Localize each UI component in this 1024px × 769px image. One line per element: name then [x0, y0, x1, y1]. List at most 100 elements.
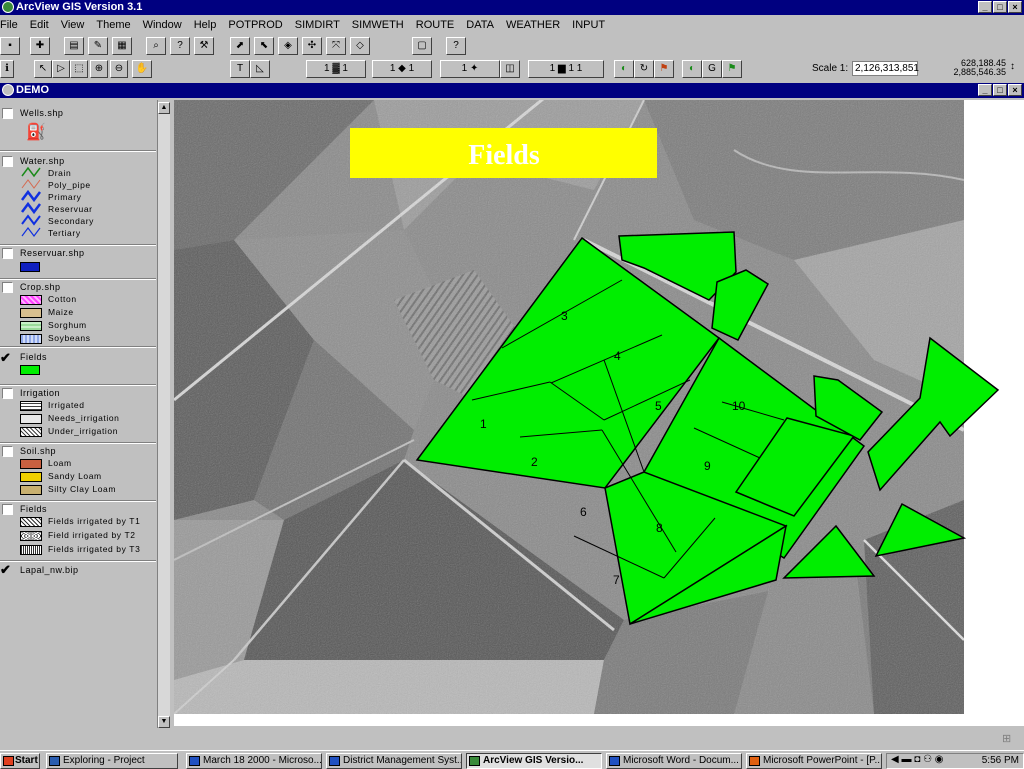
pointer-icon[interactable]: ↖	[34, 60, 52, 78]
view-title-bar[interactable]: DEMO _ □ ×	[0, 83, 1024, 98]
menu-edit[interactable]: Edit	[24, 19, 55, 31]
close-button[interactable]: ×	[1008, 1, 1022, 13]
zoom-full-icon[interactable]: ⬈	[230, 37, 250, 55]
menu-data[interactable]: DATA	[460, 19, 500, 31]
zoom-in-icon[interactable]: ✣	[302, 37, 322, 55]
powerpoint-icon	[749, 756, 760, 766]
layer-irrigation[interactable]: Irrigation Irrigated Needs_irrigation Un…	[0, 386, 156, 440]
soil-visibility-checkbox[interactable]	[2, 446, 13, 457]
crop-visibility-checkbox[interactable]	[2, 282, 13, 293]
toc-scrollbar[interactable]: ▲ ▼	[157, 102, 170, 728]
scroll-up-icon[interactable]: ▲	[158, 102, 170, 114]
refresh-icon[interactable]: ↻	[634, 60, 654, 78]
pan-icon[interactable]: ✋	[132, 60, 152, 78]
edit-legend-icon[interactable]: ✎	[88, 37, 108, 55]
custom-tool-5-icon[interactable]: 1 ▆ 1 1	[528, 60, 604, 78]
task-word[interactable]: Microsoft Word - Docum...	[606, 753, 742, 769]
view-close-button[interactable]: ×	[1008, 84, 1022, 96]
save-project-icon[interactable]: ▪	[0, 37, 20, 55]
select-feature-icon[interactable]: ⬚	[70, 60, 88, 78]
minimize-button[interactable]: _	[978, 1, 992, 13]
theme-properties-icon[interactable]: ▤	[64, 37, 84, 55]
menu-view[interactable]: View	[55, 19, 91, 31]
app-title-bar[interactable]: ArcView GIS Version 3.1 _ □ ×	[0, 0, 1024, 15]
run2-icon[interactable]: ◐	[682, 60, 702, 78]
locate-icon[interactable]: ?	[170, 37, 190, 55]
fields-irrigated-visibility-checkbox[interactable]	[2, 504, 13, 515]
menu-theme[interactable]: Theme	[90, 19, 136, 31]
zoom-in-tool-icon[interactable]: ⊕	[90, 60, 108, 78]
g-tool-icon[interactable]: G	[702, 60, 722, 78]
layer-fields-irrigated[interactable]: Fields Fields irrigated by T1 Field irri…	[0, 502, 156, 558]
fields-visible-check-icon[interactable]: ✔	[0, 350, 11, 366]
legend-item: Reservuar	[48, 204, 93, 214]
custom-tool-3-icon[interactable]: 1 ✦	[440, 60, 500, 78]
menu-input[interactable]: INPUT	[566, 19, 611, 31]
image-visible-check-icon[interactable]: ✔	[0, 562, 11, 578]
layer-name: Irrigation	[20, 388, 61, 398]
layer-crop[interactable]: Crop.shp Cotton Maize Sorghum Soybeans	[0, 280, 156, 344]
draw-tool-icon[interactable]: ◺	[250, 60, 270, 78]
zoom-selected-icon[interactable]: ◈	[278, 37, 298, 55]
field-label-5: 5	[655, 399, 662, 413]
maximize-button[interactable]: □	[993, 1, 1007, 13]
task-march[interactable]: March 18 2000 - Microso...	[186, 753, 322, 769]
menu-simweth[interactable]: SIMWETH	[346, 19, 410, 31]
vertex-edit-icon[interactable]: ▷	[52, 60, 70, 78]
tray-icons[interactable]: ◀ ▬ ◘ ⚇ ◉	[891, 754, 944, 765]
map-view[interactable]: 1 2 3 4 5 6 7 8 9 10 Fields	[173, 88, 1024, 726]
layer-water[interactable]: Water.shp Drain Poly_pipe Primary Reserv…	[0, 152, 156, 242]
query-builder-icon[interactable]: ⚒	[194, 37, 214, 55]
task-powerpoint[interactable]: Microsoft PowerPoint - [P...	[746, 753, 882, 769]
layer-image[interactable]: ✔ Lapal_nw.bip	[0, 562, 156, 582]
zoom-out-icon[interactable]: ⤧	[326, 37, 346, 55]
menu-help[interactable]: Help	[188, 19, 223, 31]
custom-tool-1-icon[interactable]: 1 ▓ 1	[306, 60, 366, 78]
start-button[interactable]: Start	[0, 753, 40, 769]
layer-name: Fields	[20, 352, 48, 362]
view-icon	[2, 84, 14, 96]
word-icon	[609, 756, 620, 766]
layer-wells[interactable]: Wells.shp ⛽	[0, 100, 156, 148]
scroll-down-icon[interactable]: ▼	[158, 716, 170, 728]
map-canvas[interactable]: 1 2 3 4 5 6 7 8 9 10 Fields	[173, 88, 1024, 726]
open-table-icon[interactable]: ▦	[112, 37, 132, 55]
zoom-previous-icon[interactable]: ◇	[350, 37, 370, 55]
zoom-out-tool-icon[interactable]: ⊖	[110, 60, 128, 78]
wells-visibility-checkbox[interactable]	[2, 108, 13, 119]
run-icon[interactable]: ◐	[614, 60, 634, 78]
resize-grip-icon[interactable]: ⊞	[1002, 732, 1011, 745]
reservuar-visibility-checkbox[interactable]	[2, 248, 13, 259]
irrigation-visibility-checkbox[interactable]	[2, 388, 13, 399]
flag-red-icon[interactable]: ⚑	[654, 60, 674, 78]
water-visibility-checkbox[interactable]	[2, 156, 13, 167]
layer-fields[interactable]: ✔ Fields	[0, 348, 156, 382]
menu-route[interactable]: ROUTE	[410, 19, 461, 31]
text-tool-icon[interactable]: T	[230, 60, 250, 78]
view-minimize-button[interactable]: _	[978, 84, 992, 96]
layer-name: Crop.shp	[20, 282, 61, 292]
view-maximize-button[interactable]: □	[993, 84, 1007, 96]
clear-selection-icon[interactable]: ▢	[412, 37, 432, 55]
custom-tool-4-icon[interactable]: ◫	[500, 60, 520, 78]
identify-icon[interactable]: ℹ	[0, 60, 14, 78]
task-arcview[interactable]: ArcView GIS Versio...	[466, 753, 602, 769]
menu-potprod[interactable]: POTPROD	[222, 19, 288, 31]
field-label-2: 2	[531, 455, 538, 469]
menu-window[interactable]: Window	[137, 19, 188, 31]
zoom-active-icon[interactable]: ⬉	[254, 37, 274, 55]
add-theme-icon[interactable]: ✚	[30, 37, 50, 55]
menu-simdirt[interactable]: SIMDIRT	[289, 19, 346, 31]
find-icon[interactable]: ⌕	[146, 37, 166, 55]
task-exploring[interactable]: Exploring - Project	[46, 753, 178, 769]
scale-input[interactable]: 2,126,313,851	[852, 61, 919, 76]
layer-soil[interactable]: Soil.shp Loam Sandy Loam Silty Clay Loam	[0, 444, 156, 498]
layer-reservuar[interactable]: Reservuar.shp	[0, 246, 156, 276]
task-district[interactable]: District Management Syst...	[326, 753, 462, 769]
help-icon[interactable]: ?	[446, 37, 466, 55]
custom-tool-2-icon[interactable]: 1 ◆ 1	[372, 60, 432, 78]
menu-weather[interactable]: WEATHER	[500, 19, 566, 31]
menu-file[interactable]: File	[0, 19, 24, 31]
flag-green-icon[interactable]: ⚑	[722, 60, 742, 78]
legend-item: Under_irrigation	[48, 426, 119, 436]
